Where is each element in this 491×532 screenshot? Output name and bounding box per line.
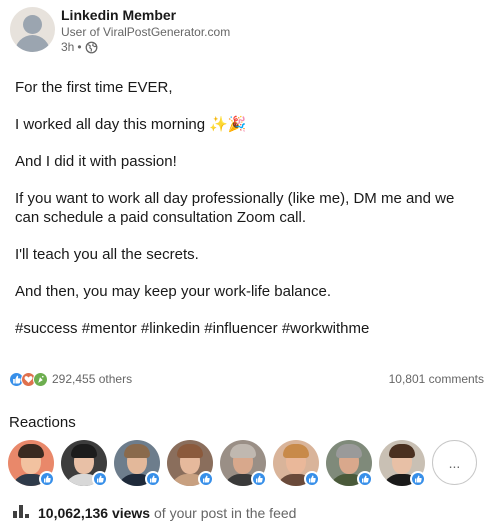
post-paragraph: And then, you may keep your work-life ba…: [15, 283, 332, 300]
post-paragraph: For the first time EVER,: [15, 79, 173, 96]
like-badge-icon: [357, 471, 373, 487]
post-views[interactable]: 10,062,136 views of your post in the fee…: [12, 503, 296, 522]
reactor-avatar[interactable]: [220, 440, 267, 487]
more-reactions-button[interactable]: ...: [432, 440, 477, 485]
like-badge-icon: [198, 471, 214, 487]
like-badge-icon: [145, 471, 161, 487]
post-paragraph: I worked all day this morning ✨🎉: [15, 116, 247, 133]
globe-icon: [85, 41, 98, 54]
meta-separator: •: [77, 40, 82, 54]
views-suffix: of your post in the feed: [154, 504, 297, 521]
like-badge-icon: [92, 471, 108, 487]
reactor-avatar[interactable]: [167, 440, 214, 487]
reaction-icons: [9, 371, 48, 387]
reactions-heading: Reactions: [9, 414, 76, 431]
reactor-avatar[interactable]: [379, 440, 426, 487]
reactor-avatar[interactable]: [273, 440, 320, 487]
comments-count[interactable]: 10,801 comments: [389, 372, 484, 386]
like-badge-icon: [410, 471, 426, 487]
celebrate-icon: [33, 371, 48, 387]
post-paragraph: I'll teach you all the secrets.: [15, 246, 199, 263]
reactor-avatar[interactable]: [114, 440, 161, 487]
social-counts: 292,455 others 10,801 comments: [9, 370, 484, 388]
reactor-avatar[interactable]: [326, 440, 373, 487]
reactor-avatar[interactable]: [61, 440, 108, 487]
like-badge-icon: [251, 471, 267, 487]
reactions-count: 292,455 others: [52, 372, 133, 386]
bar-chart-icon: [12, 503, 30, 522]
post-paragraph: And I did it with passion!: [15, 153, 177, 170]
post-meta: 3h •: [61, 40, 98, 54]
reactor-avatar[interactable]: [8, 440, 55, 487]
reactors-row: ...: [8, 440, 477, 487]
post-paragraph: If you want to work all day professional…: [15, 190, 455, 226]
post-time: 3h: [61, 40, 75, 54]
post-body: For the first time EVER, I worked all da…: [15, 78, 475, 356]
like-badge-icon: [304, 471, 320, 487]
views-count: 10,062,136 views: [38, 504, 151, 521]
like-badge-icon: [39, 471, 55, 487]
post-header: Linkedin Member User of ViralPostGenerat…: [10, 5, 480, 55]
author-subtitle: User of ViralPostGenerator.com: [61, 25, 231, 39]
author-avatar[interactable]: [10, 7, 55, 52]
post-hashtags[interactable]: #success #mentor #linkedin #influencer #…: [15, 319, 475, 338]
reactions-summary[interactable]: 292,455 others: [9, 371, 133, 387]
author-name[interactable]: Linkedin Member: [61, 7, 176, 23]
